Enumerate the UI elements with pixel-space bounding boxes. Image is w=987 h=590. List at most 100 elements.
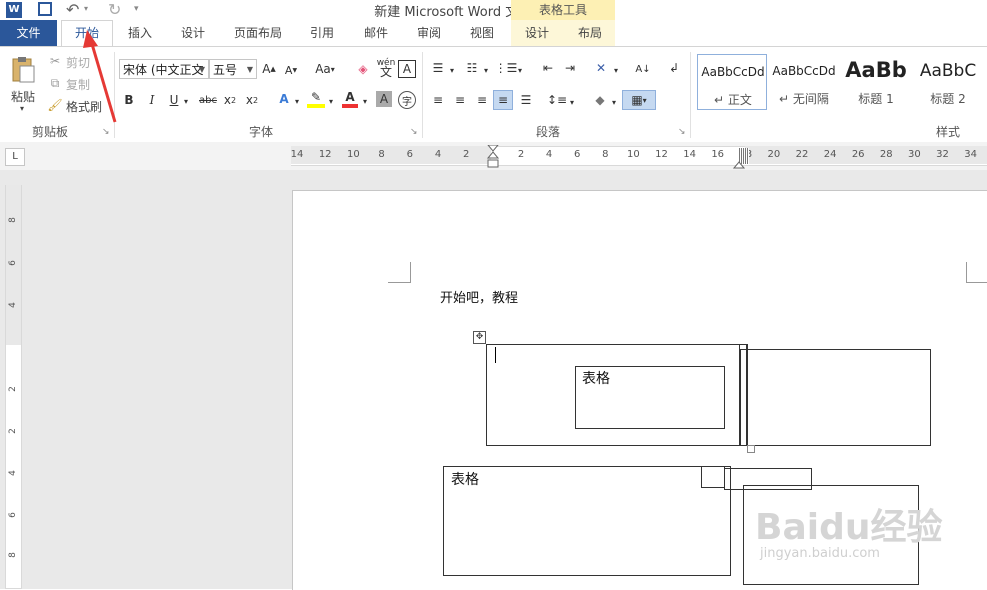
font-color-icon[interactable]: A	[342, 90, 358, 108]
ruler-tick-label: 12	[655, 149, 668, 160]
enclose-characters-icon[interactable]: 字	[398, 91, 416, 109]
chevron-down-icon: ▼	[198, 65, 205, 74]
margin-corner-mark	[388, 262, 411, 283]
phonetic-guide-icon[interactable]: wén 文	[376, 58, 396, 79]
character-shading-icon[interactable]: A	[376, 91, 392, 107]
align-center-icon[interactable]: ≡	[452, 92, 468, 108]
line-spacing-icon[interactable]: ↕≡	[547, 92, 567, 108]
table-cell[interactable]	[443, 466, 731, 576]
style-no-spacing[interactable]: AaBbCcDd ↵ 无间隔	[769, 54, 839, 110]
increase-indent-icon[interactable]: ⇥	[562, 60, 578, 76]
table-cell[interactable]	[740, 349, 931, 446]
paragraph-launcher-icon[interactable]: ↘	[678, 127, 686, 137]
separator	[422, 52, 423, 138]
tab-stop-selector[interactable]: L	[5, 148, 25, 166]
scissors-icon[interactable]: ✂	[48, 54, 62, 68]
decrease-indent-icon[interactable]: ⇤	[540, 60, 556, 76]
tab-table-design[interactable]: 设计	[516, 20, 558, 46]
style-normal[interactable]: AaBbCcDd ↵ 正文	[697, 54, 767, 110]
bullets-icon[interactable]: ☰	[430, 60, 446, 76]
tab-references[interactable]: 引用	[302, 20, 342, 46]
tab-file[interactable]: 文件	[0, 20, 57, 46]
style-sample: AaBbCcDd	[772, 64, 836, 78]
format-painter-icon[interactable]: 🖌	[47, 98, 62, 112]
chinese-layout-icon[interactable]: ✕	[592, 60, 610, 76]
align-right-icon[interactable]: ≡	[474, 92, 490, 108]
ruler-tick-label: 8	[378, 149, 385, 160]
tab-table-layout[interactable]: 布局	[568, 20, 612, 46]
bullets-dropdown-icon[interactable]: ▾	[448, 64, 456, 76]
table-cell-text[interactable]: 表格	[451, 469, 479, 489]
show-marks-icon[interactable]: ↲	[666, 60, 682, 76]
underline-icon[interactable]: U	[167, 92, 181, 108]
chevron-down-icon: ▾	[330, 64, 335, 74]
shading-icon[interactable]: ◆	[592, 92, 608, 108]
style-heading-2[interactable]: AaBbC 标题 2	[913, 54, 987, 110]
highlight-dropdown-icon[interactable]: ▾	[327, 94, 335, 108]
style-heading-1[interactable]: AaBb 标题 1	[841, 54, 911, 110]
paste-button[interactable]: 粘贴	[11, 88, 35, 105]
grow-font-icon[interactable]: A ▲	[261, 60, 277, 78]
style-name: 标题 1	[858, 92, 894, 106]
vruler-tick-label: 2	[8, 428, 18, 434]
clear-formatting-icon[interactable]: ◈	[354, 60, 372, 78]
table-tools-label: 表格工具	[511, 0, 615, 20]
font-launcher-icon[interactable]: ↘	[410, 127, 418, 137]
table-move-handle[interactable]: ✥	[473, 331, 486, 344]
line-spacing-dropdown-icon[interactable]: ▾	[568, 96, 576, 108]
numbering-icon[interactable]: ☷	[464, 60, 480, 76]
subscript-icon[interactable]: x2	[222, 92, 238, 108]
distributed-icon[interactable]: ☰	[518, 92, 534, 108]
highlight-icon[interactable]: ✎	[307, 90, 325, 108]
superscript-icon[interactable]: x2	[244, 92, 260, 108]
font-color-dropdown-icon[interactable]: ▾	[361, 94, 369, 108]
tab-mailings[interactable]: 邮件	[356, 20, 396, 46]
tab-insert[interactable]: 插入	[120, 20, 160, 46]
indent-marker[interactable]	[486, 144, 500, 169]
sort-icon[interactable]: A↓	[634, 60, 652, 78]
tab-review[interactable]: 审阅	[408, 20, 450, 46]
font-size-combo[interactable]: 五号 ▼	[209, 59, 257, 79]
tab-view[interactable]: 视图	[462, 20, 502, 46]
ruler-tick-label: 4	[545, 149, 553, 160]
vruler-tick-label: 4	[8, 302, 18, 308]
shading-dropdown-icon[interactable]: ▾	[610, 96, 618, 108]
italic-icon[interactable]: I	[145, 92, 159, 108]
tab-layout[interactable]: 页面布局	[226, 20, 290, 46]
copy-button[interactable]: 复制	[66, 76, 90, 93]
multilevel-list-icon[interactable]: ⋮☰	[495, 60, 518, 76]
table-resize-handle[interactable]	[747, 445, 755, 453]
shrink-font-icon[interactable]: A ▼	[283, 62, 299, 78]
text-effects-icon[interactable]: A	[276, 90, 292, 108]
font-name-combo[interactable]: 宋体 (中文正文 ▼	[119, 59, 209, 79]
text-effects-dropdown-icon[interactable]: ▾	[293, 94, 301, 108]
cut-button[interactable]: 剪切	[66, 54, 90, 71]
justify-icon[interactable]: ≡	[493, 90, 513, 110]
bold-icon[interactable]: B	[122, 92, 136, 108]
clipboard-launcher-icon[interactable]: ↘	[102, 127, 110, 137]
strikethrough-icon[interactable]: abc	[198, 92, 218, 108]
tab-home[interactable]: 开始	[61, 20, 113, 47]
chinese-layout-dropdown-icon[interactable]: ▾	[612, 64, 620, 76]
tab-design[interactable]: 设计	[172, 20, 214, 46]
underline-dropdown-icon[interactable]: ▾	[182, 94, 190, 108]
paste-icon[interactable]	[10, 56, 36, 84]
font-name-value: 宋体 (中文正文	[123, 63, 204, 77]
copy-icon[interactable]: ⧉	[48, 76, 62, 90]
style-sample: AaBbC	[919, 61, 977, 81]
ruler-tick-label: 14	[290, 149, 304, 160]
doc-paragraph[interactable]: 开始吧，教程	[440, 287, 518, 306]
format-painter-button[interactable]: 格式刷	[66, 98, 102, 115]
multilevel-dropdown-icon[interactable]: ▾	[516, 64, 524, 76]
align-left-icon[interactable]: ≡	[430, 92, 446, 108]
paste-dropdown-icon[interactable]: ▾	[20, 104, 24, 113]
numbering-dropdown-icon[interactable]: ▾	[482, 64, 490, 76]
font-size-value: 五号	[213, 63, 238, 77]
watermark-url: jingyan.baidu.com	[760, 546, 880, 561]
table-cell[interactable]	[701, 466, 725, 488]
separator	[114, 52, 115, 138]
table-cell-text[interactable]: 表格	[582, 368, 610, 388]
borders-icon[interactable]: ▦ ▾	[622, 90, 656, 110]
character-border-icon[interactable]: A	[398, 60, 416, 78]
change-case-icon[interactable]: Aa ▾	[310, 60, 340, 78]
